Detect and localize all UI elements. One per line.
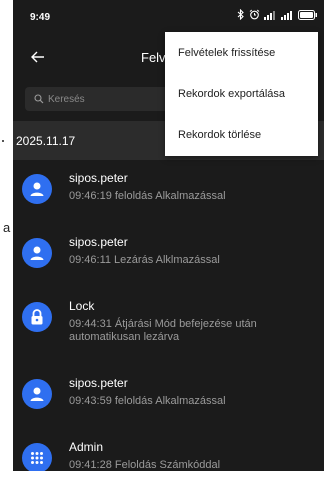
record-detail: 09:41:28 Feloldás Számkóddal <box>69 459 221 471</box>
list-item[interactable]: sipos.peter 09:46:11 Lezárás Alklmazássa… <box>13 226 324 290</box>
list-item[interactable]: Lock 09:44:31 Átjárási Mód befejezése ut… <box>13 290 324 367</box>
signal-icon <box>264 10 275 20</box>
list-item[interactable]: Admin 09:41:28 Feloldás Számkóddal <box>13 431 324 471</box>
background-mark <box>2 140 4 142</box>
record-detail: 09:46:11 Lezárás Alklmazással <box>69 254 220 266</box>
keypad-icon <box>22 443 52 471</box>
date-header-label: 2025.11.17 <box>16 133 76 148</box>
status-time: 9:49 <box>30 12 51 23</box>
left-background <box>0 0 13 484</box>
record-name: sipos.peter <box>69 376 128 390</box>
list-item[interactable]: sipos.peter 09:46:19 feloldás Alkalmazás… <box>13 162 324 226</box>
overflow-menu: Felvételek frissítése Rekordok exportálá… <box>165 32 318 156</box>
background-letter: a <box>3 220 11 235</box>
signal-icon <box>281 10 292 20</box>
status-bar: 9:49 <box>13 0 324 32</box>
menu-item-export-records[interactable]: Rekordok exportálása <box>165 73 318 114</box>
lock-icon <box>22 302 52 332</box>
record-detail: 09:44:31 Átjárási Mód befejezése után au… <box>69 318 257 343</box>
record-name: Lock <box>69 299 95 313</box>
person-icon <box>22 174 52 204</box>
person-icon <box>22 238 52 268</box>
record-detail: 09:46:19 feloldás Alkalmazással <box>69 190 226 202</box>
menu-item-delete-records[interactable]: Rekordok törlése <box>165 114 318 155</box>
back-button[interactable] <box>25 44 51 70</box>
record-name: Admin <box>69 440 104 454</box>
bluetooth-icon <box>237 9 244 20</box>
status-icons <box>237 9 318 20</box>
record-list: sipos.peter 09:46:19 feloldás Alkalmazás… <box>13 162 324 471</box>
record-name: sipos.peter <box>69 171 128 185</box>
record-name: sipos.peter <box>69 235 128 249</box>
alarm-icon <box>249 9 260 20</box>
battery-icon <box>298 9 317 20</box>
search-icon <box>34 94 44 104</box>
arrow-left-icon <box>31 51 44 63</box>
record-detail: 09:43:59 feloldás Alkalmazással <box>69 395 226 407</box>
list-item[interactable]: sipos.peter 09:43:59 feloldás Alkalmazás… <box>13 367 324 431</box>
person-icon <box>22 379 52 409</box>
menu-item-refresh-records[interactable]: Felvételek frissítése <box>165 32 318 73</box>
